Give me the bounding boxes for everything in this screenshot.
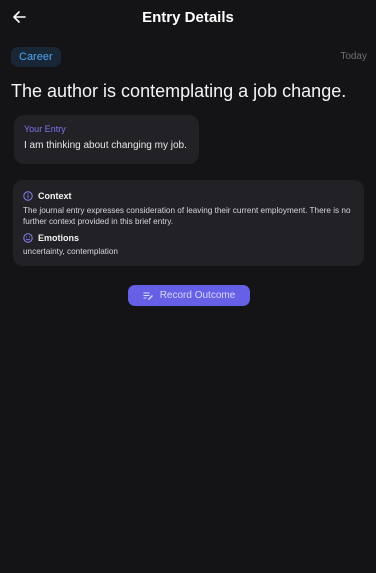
record-outcome-button[interactable]: Record Outcome xyxy=(128,285,250,306)
your-entry-card: Your Entry I am thinking about changing … xyxy=(14,115,199,164)
your-entry-label: Your Entry xyxy=(24,124,66,134)
emotions-text: uncertainty, contemplation xyxy=(23,247,118,256)
edit-note-icon xyxy=(143,292,153,300)
entry-date: Today xyxy=(340,51,367,62)
context-title: Context xyxy=(38,191,72,201)
context-section-header: Context xyxy=(23,190,354,202)
page-title: Entry Details xyxy=(142,9,234,26)
record-outcome-label: Record Outcome xyxy=(159,290,236,301)
app-header: Entry Details xyxy=(0,0,376,36)
your-entry-text: I am thinking about changing my job. xyxy=(24,140,187,151)
entry-details-screen: Entry Details Career Today The author is… xyxy=(0,0,376,573)
emotions-section-header: Emotions xyxy=(23,232,354,244)
category-badge: Career xyxy=(11,47,61,67)
entry-summary: The author is contemplating a job change… xyxy=(11,81,347,101)
context-text: The journal entry expresses consideratio… xyxy=(23,206,351,226)
analysis-card: Context The journal entry expresses cons… xyxy=(13,180,364,266)
emotions-title: Emotions xyxy=(38,233,80,243)
info-icon xyxy=(23,191,33,201)
smile-icon xyxy=(23,233,33,243)
